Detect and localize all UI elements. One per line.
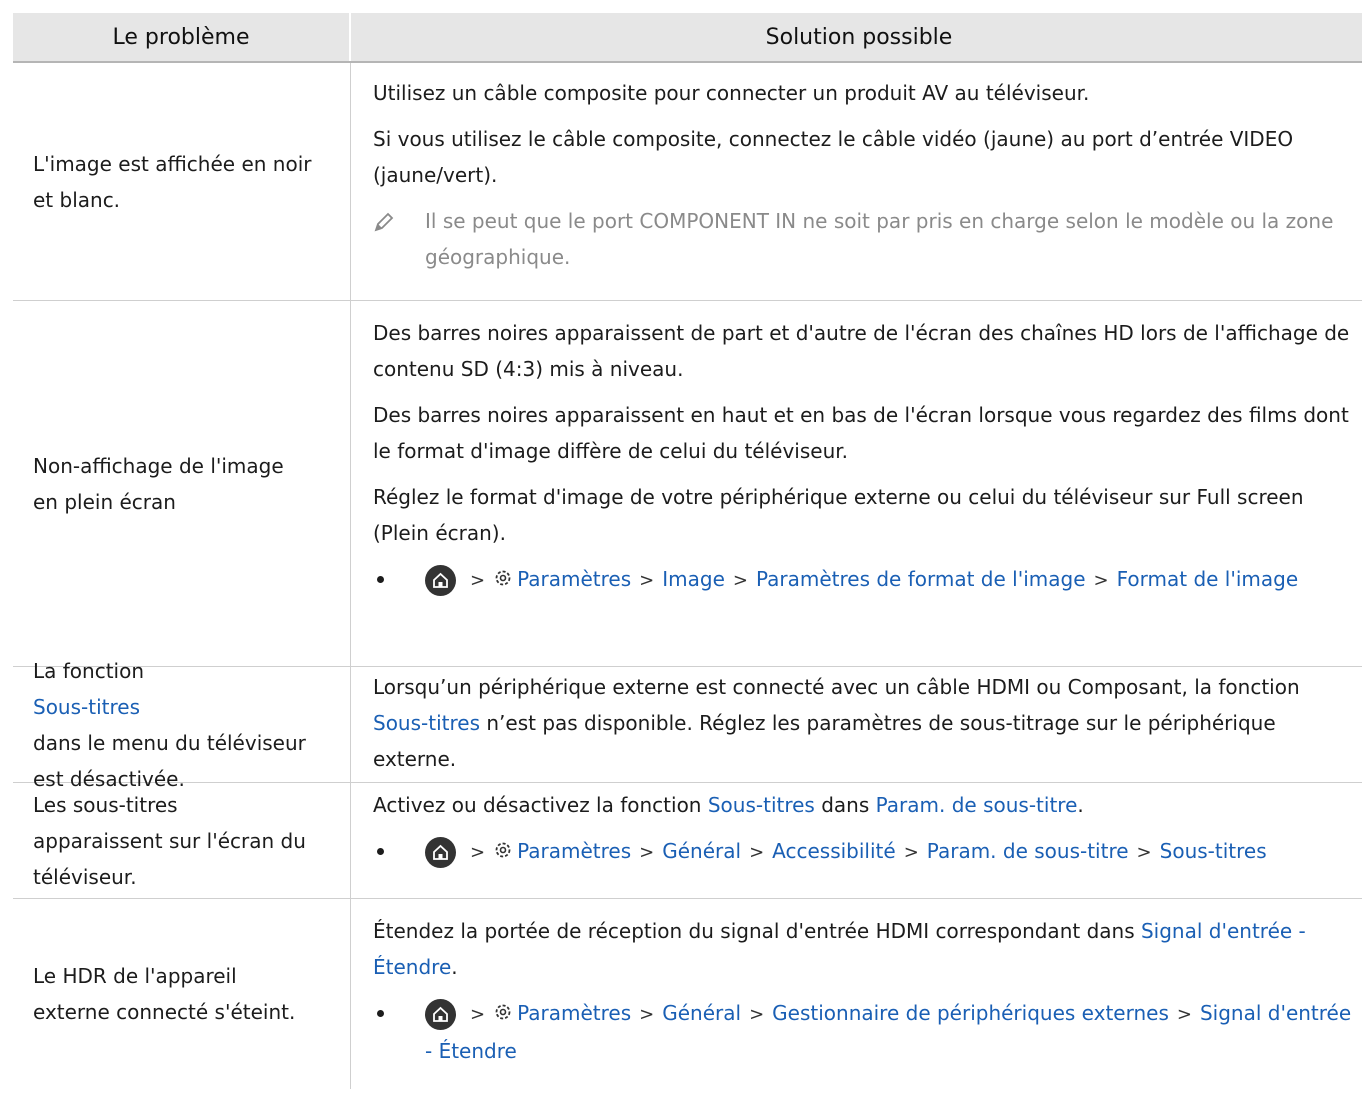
gear-icon	[493, 835, 513, 871]
pencil-icon	[373, 203, 425, 275]
solution-cell: Activez ou désactivez la fonction Sous-t…	[351, 783, 1362, 898]
table-row: La fonction Sous-titres dans le menu du …	[13, 659, 1362, 791]
table-row: Les sous-titres apparaissent sur l'écran…	[13, 783, 1362, 899]
problem-line: Les sous-titres	[33, 792, 178, 817]
table-row: Le HDR de l'appareil externe connecté s'…	[13, 899, 1362, 1089]
solution-text: Des barres noires apparaissent de part e…	[373, 321, 1350, 381]
solution-cell: Utilisez un câble composite pour connect…	[351, 63, 1362, 300]
chevron-right-icon: >	[470, 842, 486, 863]
chevron-right-icon: >	[1136, 842, 1152, 863]
solution-text: Réglez le format d'image de votre périph…	[373, 485, 1304, 545]
menu-link[interactable]: Param. de sous-titre	[927, 839, 1129, 863]
menu-link[interactable]: Sous-titres	[1160, 839, 1267, 863]
problem-line: Non-affichage de l'image	[33, 453, 284, 478]
chevron-right-icon: >	[1176, 1004, 1192, 1025]
problem-cell: L'image est affichée en noir et blanc.	[13, 63, 351, 300]
menu-link[interactable]: Image	[662, 567, 725, 591]
chevron-right-icon: >	[470, 1004, 486, 1025]
problem-text: La fonction	[33, 658, 145, 683]
bullet	[373, 561, 425, 597]
subtitle-link[interactable]: Sous-titres	[373, 711, 480, 735]
problem-line: et blanc.	[33, 187, 121, 212]
solution-text: Utilisez un câble composite pour connect…	[373, 81, 1090, 105]
solution-text: Si vous utilisez le câble composite, con…	[373, 127, 1294, 187]
problem-cell: Le HDR de l'appareil externe connecté s'…	[13, 899, 351, 1089]
chevron-right-icon: >	[470, 570, 486, 591]
header-solution: Solution possible	[765, 24, 953, 50]
note-text: Il se peut que le port COMPONENT IN ne s…	[425, 209, 1334, 269]
subtitle-settings-link[interactable]: Param. de sous-titre	[876, 793, 1078, 817]
solution-text: .	[1077, 793, 1084, 817]
chevron-right-icon: >	[749, 842, 765, 863]
subtitle-link[interactable]: Sous-titres	[33, 689, 306, 725]
chevron-right-icon: >	[903, 842, 919, 863]
problem-line: dans le menu du téléviseur	[33, 730, 306, 755]
troubleshooting-table: Le problème Solution possible L'image es…	[13, 13, 1362, 1089]
problem-line: externe connecté s'éteint.	[33, 1000, 296, 1024]
solution-cell: Lorsqu’un périphérique externe est conne…	[351, 667, 1362, 782]
gear-icon	[493, 997, 513, 1033]
table-row: L'image est affichée en noir et blanc. U…	[13, 63, 1362, 301]
problem-cell: Les sous-titres apparaissent sur l'écran…	[13, 783, 351, 898]
menu-link[interactable]: Gestionnaire de périphériques externes	[772, 1001, 1169, 1025]
solution-text: dans	[821, 793, 870, 817]
bullet	[373, 833, 425, 869]
solution-cell: Étendez la portée de réception du signal…	[351, 899, 1362, 1089]
menu-link[interactable]: Accessibilité	[772, 839, 896, 863]
menu-link[interactable]: Paramètres	[517, 839, 631, 863]
menu-link[interactable]: Paramètres	[517, 567, 631, 591]
menu-path: > Paramètres > Général > Gestionnaire de péri…	[373, 995, 1357, 1069]
problem-cell: Non-affichage de l'image en plein écran	[13, 301, 351, 666]
table-row: Non-affichage de l'image en plein écran …	[13, 301, 1362, 667]
menu-link[interactable]: Format de l'image	[1117, 567, 1299, 591]
solution-text: Activez ou désactivez la fonction	[373, 793, 702, 817]
header-problem: Le problème	[13, 13, 351, 61]
problem-cell: La fonction Sous-titres dans le menu du …	[13, 659, 351, 791]
solution-text: Étendez la portée de réception du signal…	[373, 919, 1135, 943]
gear-icon	[493, 563, 513, 599]
menu-link[interactable]: Général	[662, 1001, 741, 1025]
subtitle-link[interactable]: Sous-titres	[708, 793, 815, 817]
menu-link[interactable]: Paramètres	[517, 1001, 631, 1025]
solution-text: n’est pas disponible. Réglez les paramèt…	[373, 711, 1276, 771]
table-header: Le problème Solution possible	[13, 13, 1362, 63]
chevron-right-icon: >	[732, 570, 748, 591]
problem-line: en plein écran	[33, 489, 176, 514]
solution-text: .	[451, 955, 458, 979]
chevron-right-icon: >	[639, 842, 655, 863]
bullet	[373, 995, 425, 1031]
chevron-right-icon: >	[1093, 570, 1109, 591]
problem-line: Le HDR de l'appareil	[33, 964, 237, 988]
chevron-right-icon: >	[639, 570, 655, 591]
home-icon	[425, 837, 456, 868]
menu-path: > Paramètres > Général > Accessibilité > Param.…	[373, 833, 1357, 871]
home-icon	[425, 999, 456, 1030]
note: Il se peut que le port COMPONENT IN ne s…	[373, 203, 1357, 275]
problem-line: téléviseur.	[33, 864, 137, 889]
menu-link[interactable]: Général	[662, 839, 741, 863]
chevron-right-icon: >	[749, 1004, 765, 1025]
chevron-right-icon: >	[639, 1004, 655, 1025]
problem-line: La fonction Sous-titres	[33, 653, 306, 725]
problem-line: L'image est affichée en noir	[33, 151, 312, 176]
solution-text: Lorsqu’un périphérique externe est conne…	[373, 675, 1300, 699]
home-icon	[425, 565, 456, 596]
solution-text: Des barres noires apparaissent en haut e…	[373, 403, 1349, 463]
solution-cell: Des barres noires apparaissent de part e…	[351, 301, 1362, 666]
menu-path: > Paramètres > Image > Paramètres de format d…	[373, 561, 1357, 599]
problem-line: apparaissent sur l'écran du	[33, 828, 306, 853]
menu-link[interactable]: Paramètres de format de l'image	[756, 567, 1086, 591]
